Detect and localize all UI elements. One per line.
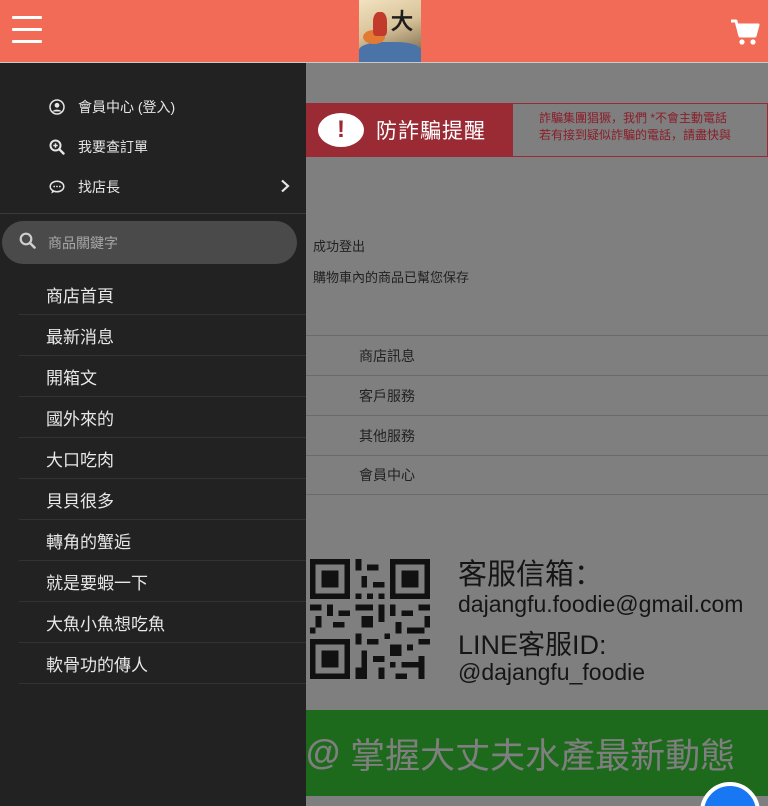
- line-follow-banner[interactable]: @ 掌握大丈夫水產最新動態: [306, 710, 768, 796]
- category-list: 商店首頁 最新消息 開箱文 國外來的 大口吃肉 貝貝很多 轉角的蟹逅 就是要蝦一…: [0, 274, 306, 684]
- category-item[interactable]: 貝貝很多: [19, 479, 306, 520]
- user-circle-icon: [48, 99, 65, 116]
- side-drawer: 會員中心 (登入) 我要查訂單 找店長 商店首頁 最新消息 開箱文 國外來的: [0, 63, 306, 806]
- fraud-warning-left: ! 防詐騙提醒: [306, 103, 512, 157]
- category-item[interactable]: 軟骨功的傳人: [19, 643, 306, 684]
- page-content-overlay[interactable]: ! 防詐騙提醒 詐騙集團猖獗，我們 *不會主動電話 若有接到疑似詐騙的電話，請盡…: [306, 63, 768, 806]
- line-banner-text: 掌握大丈夫水產最新動態: [350, 736, 736, 776]
- cs-email-title: 客服信箱：: [458, 559, 604, 591]
- fraud-warning-line1: 詐騙集團猖獗，我們 *不會主動電話: [539, 111, 728, 125]
- fraud-warning-text: 詐騙集團猖獗，我們 *不會主動電話 若有接到疑似詐騙的電話，請盡快與: [512, 103, 768, 157]
- search-icon: [19, 232, 36, 253]
- member-center-login[interactable]: 會員中心 (登入): [0, 87, 306, 127]
- footer-link-member-center[interactable]: 會員中心: [306, 455, 768, 495]
- category-item[interactable]: 國外來的: [19, 397, 306, 438]
- logo-figure: [373, 12, 387, 36]
- line-at-icon: @: [306, 733, 341, 772]
- line-id-label: LINE客服ID:: [458, 630, 607, 660]
- account-menu: 會員中心 (登入) 我要查訂單 找店長: [0, 63, 306, 207]
- check-order-label: 我要查訂單: [78, 139, 148, 155]
- exclamation-icon: !: [318, 113, 364, 147]
- footer-link-other-services[interactable]: 其他服務: [306, 415, 768, 455]
- category-item[interactable]: 大魚小魚想吃魚: [19, 602, 306, 643]
- footer-links: 商店訊息 客戶服務 其他服務 會員中心: [306, 335, 768, 495]
- category-item[interactable]: 商店首頁: [19, 274, 306, 315]
- footer-link-customer-service[interactable]: 客戶服務: [306, 375, 768, 415]
- logout-message: 成功登出: [313, 239, 366, 254]
- cs-email-address[interactable]: dajangfu.foodie@gmail.com: [458, 591, 743, 618]
- category-item[interactable]: 開箱文: [19, 356, 306, 397]
- chat-bubble-icon: [48, 179, 65, 196]
- fraud-warning-line2: 若有接到疑似詐騙的電話，請盡快與: [539, 128, 732, 142]
- store-logo[interactable]: 大: [359, 0, 421, 62]
- category-item[interactable]: 就是要蝦一下: [19, 561, 306, 602]
- search-order-icon: [48, 139, 65, 156]
- logo-kanji: 大: [390, 9, 413, 35]
- hamburger-menu-icon[interactable]: [12, 16, 42, 46]
- qr-code: [310, 559, 430, 679]
- fraud-warning-title: 防詐騙提醒: [376, 120, 486, 143]
- shopping-cart-icon[interactable]: [730, 18, 760, 50]
- contact-block: 客服信箱： dajangfu.foodie@gmail.com LINE客服ID…: [306, 551, 768, 691]
- footer-link-store-info[interactable]: 商店訊息: [306, 335, 768, 375]
- category-item[interactable]: 大口吃肉: [19, 438, 306, 479]
- fraud-warning-banner[interactable]: ! 防詐騙提醒 詐騙集團猖獗，我們 *不會主動電話 若有接到疑似詐騙的電話，請盡…: [306, 103, 768, 157]
- category-item[interactable]: 轉角的蟹逅: [19, 520, 306, 561]
- contact-owner[interactable]: 找店長: [0, 167, 306, 207]
- search-input[interactable]: [48, 234, 268, 251]
- product-search-box[interactable]: [2, 221, 297, 264]
- member-center-label: 會員中心 (登入): [78, 99, 176, 115]
- drawer-divider: [0, 213, 306, 214]
- chevron-right-icon: [280, 179, 290, 196]
- logo-wave: [359, 42, 421, 62]
- check-order[interactable]: 我要查訂單: [0, 127, 306, 167]
- line-id-value[interactable]: @dajangfu_foodie: [458, 659, 645, 686]
- category-item[interactable]: 最新消息: [19, 315, 306, 356]
- contact-owner-label: 找店長: [78, 179, 120, 195]
- top-header: 大: [0, 0, 768, 63]
- cart-saved-message: 購物車內的商品已幫您保存: [313, 270, 470, 285]
